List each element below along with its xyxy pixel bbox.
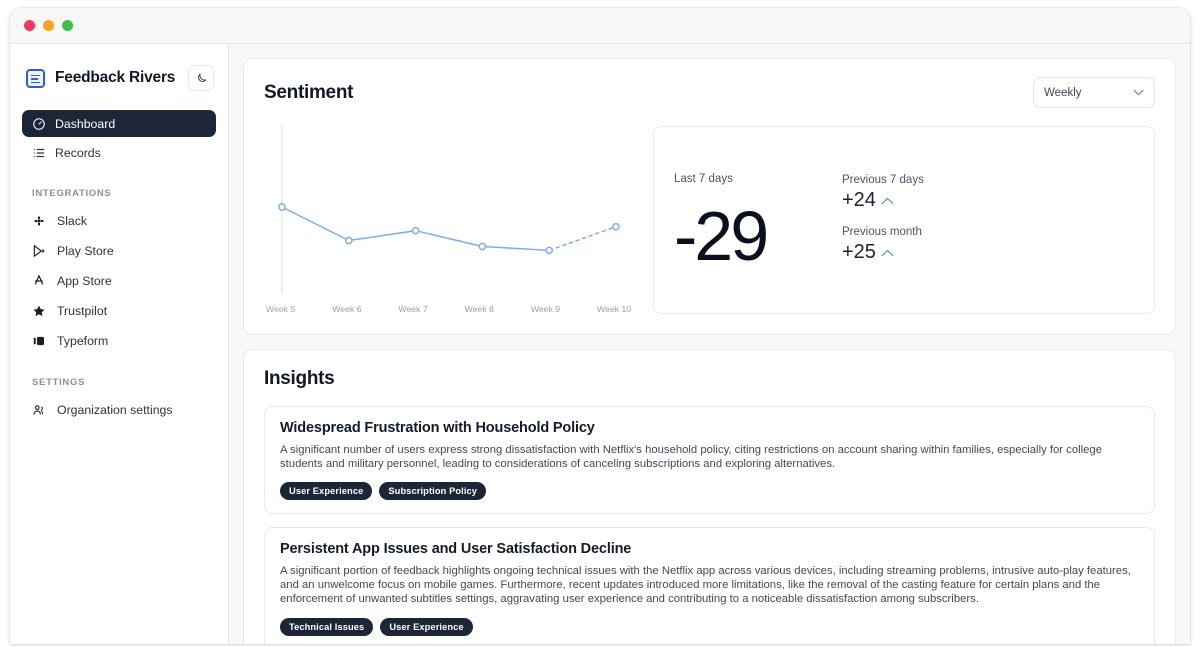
delta-value-row: +24 — [842, 189, 924, 212]
insight-item[interactable]: Persistent App Issues and User Satisfact… — [264, 527, 1155, 644]
sidebar: Feedback Rivers Dashboard Records INTEGR… — [10, 44, 229, 644]
primary-nav: Dashboard Records — [22, 110, 216, 166]
page-title: Sentiment — [264, 81, 354, 103]
x-tick-label: Week 7 — [398, 304, 428, 314]
x-tick-label: Week 9 — [530, 304, 561, 314]
delta-label: Previous month — [842, 226, 922, 238]
sidebar-item-label: Play Store — [57, 244, 114, 258]
slack-icon — [34, 216, 44, 226]
current-score-value: -29 — [674, 197, 769, 275]
insight-item[interactable]: Widespread Frustration with Household Po… — [264, 406, 1155, 515]
close-window-button[interactable] — [24, 20, 35, 31]
star-icon — [33, 305, 45, 317]
brand-row: Feedback Rivers — [22, 56, 216, 100]
app-window: Feedback Rivers Dashboard Records INTEGR… — [10, 8, 1190, 644]
current-score-label: Last 7 days — [674, 173, 733, 185]
insight-tags: User Experience Subscription Policy — [280, 482, 1139, 501]
tag-chip[interactable]: Technical Issues — [280, 617, 374, 636]
range-select[interactable]: Weekly — [1033, 77, 1155, 108]
sidebar-section-integrations: INTEGRATIONS — [32, 188, 112, 199]
moon-icon — [197, 73, 206, 82]
main-content: Sentiment Weekly Week 5 Week 6 Week 7 We… — [229, 44, 1190, 644]
minimize-window-button[interactable] — [43, 20, 54, 31]
x-tick-label: Week 6 — [332, 304, 362, 314]
insight-body: A significant portion of feedback highli… — [280, 565, 1131, 606]
sidebar-item-label: Organization settings — [57, 403, 173, 417]
trend-up-icon — [881, 197, 894, 204]
insight-title: Persistent App Issues and User Satisfact… — [280, 541, 632, 558]
sidebar-item-slack[interactable]: Slack — [22, 207, 216, 235]
tag-chip[interactable]: User Experience — [280, 482, 373, 501]
sidebar-item-organization-settings[interactable]: Organization settings — [22, 396, 216, 424]
x-tick-label: Week 5 — [266, 304, 296, 314]
chevron-down-icon — [1133, 89, 1144, 96]
typeform-icon — [33, 336, 45, 346]
delta-label: Previous 7 days — [842, 174, 924, 186]
sidebar-item-dashboard[interactable]: Dashboard — [22, 110, 216, 137]
list-icon — [33, 148, 45, 157]
current-score-block: Last 7 days -29 — [674, 173, 842, 313]
insights-title: Insights — [264, 368, 335, 389]
trend-up-icon — [881, 249, 894, 256]
insights-card: Insights Widespread Frustration with Hou… — [243, 349, 1176, 644]
sidebar-item-label: Trustpilot — [57, 304, 108, 318]
insight-body: A significant number of users express st… — [280, 444, 1102, 471]
sentiment-chart: Week 5 Week 6 Week 7 Week 8 Week 9 Week … — [264, 126, 637, 314]
sidebar-item-typeform[interactable]: Typeform — [22, 327, 216, 355]
chart-x-axis-labels: Week 5 Week 6 Week 7 Week 8 Week 9 Week … — [264, 304, 637, 314]
sidebar-item-records[interactable]: Records — [22, 139, 216, 166]
sentiment-content: Week 5 Week 6 Week 7 Week 8 Week 9 Week … — [264, 126, 1155, 314]
sidebar-item-app-store[interactable]: App Store — [22, 267, 216, 295]
tag-chip[interactable]: User Experience — [380, 617, 473, 636]
traffic-lights — [24, 20, 73, 31]
sidebar-item-trustpilot[interactable]: Trustpilot — [22, 297, 216, 325]
delta-value: +24 — [842, 189, 876, 211]
zoom-window-button[interactable] — [62, 20, 73, 31]
delta-value-row: +25 — [842, 241, 924, 264]
score-deltas: Previous 7 days +24 Previous month +25 — [842, 173, 924, 313]
feedback-rivers-logo-icon — [26, 68, 45, 88]
delta-value: +25 — [842, 241, 876, 263]
sidebar-item-label: Slack — [57, 214, 88, 228]
sentiment-card: Sentiment Weekly Week 5 Week 6 Week 7 We… — [243, 58, 1176, 335]
theme-toggle-button[interactable] — [188, 65, 214, 91]
insight-title: Widespread Frustration with Household Po… — [280, 420, 595, 436]
insight-tags: Technical Issues User Experience — [280, 617, 1139, 636]
sidebar-item-label: Dashboard — [55, 116, 116, 131]
window-titlebar — [10, 8, 1190, 44]
sentiment-card-header: Sentiment Weekly — [264, 77, 1155, 108]
sidebar-item-label: Typeform — [57, 334, 109, 348]
delta-previous-month: Previous month +25 — [842, 226, 924, 264]
brand-name: Feedback Rivers — [55, 69, 176, 86]
tag-chip[interactable]: Subscription Policy — [379, 482, 487, 501]
x-tick-label: Week 10 — [597, 304, 632, 314]
range-select-value: Weekly — [1044, 86, 1082, 99]
app-store-icon — [34, 275, 44, 285]
sidebar-item-label: Records — [55, 145, 101, 160]
sentiment-line-chart — [278, 126, 620, 294]
x-tick-label: Week 8 — [464, 304, 494, 314]
app-body: Feedback Rivers Dashboard Records INTEGR… — [10, 44, 1190, 644]
sidebar-item-play-store[interactable]: Play Store — [22, 237, 216, 265]
users-icon — [33, 405, 44, 415]
sidebar-section-settings: SETTINGS — [32, 377, 86, 388]
play-store-icon — [33, 245, 45, 257]
gauge-icon — [33, 117, 45, 130]
delta-previous-7-days: Previous 7 days +24 — [842, 174, 924, 212]
sidebar-item-label: App Store — [57, 274, 112, 288]
sentiment-score-panel: Last 7 days -29 Previous 7 days +24 Prev… — [653, 126, 1155, 314]
